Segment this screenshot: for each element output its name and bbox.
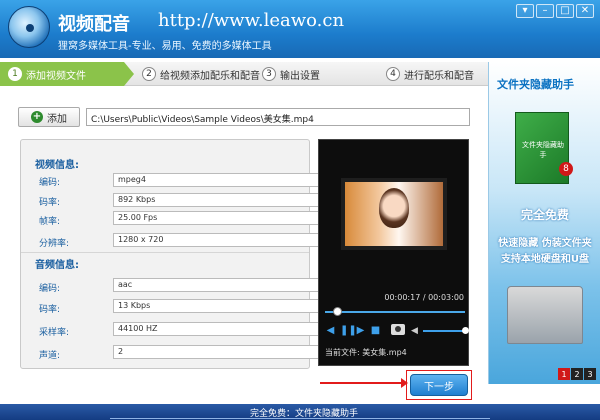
- video-preview[interactable]: [341, 178, 447, 250]
- plus-icon: +: [31, 111, 43, 123]
- player-controls: ◀ ❚❚ ▶ ■: [325, 326, 381, 336]
- red-arrow-annotation: [320, 378, 408, 388]
- video-frame-image: [345, 182, 443, 246]
- ad-line-1: 快速隐藏 伪装文件夹: [498, 238, 592, 249]
- ad-page-3[interactable]: 3: [584, 368, 596, 380]
- pause-icon[interactable]: ❚❚: [340, 326, 357, 336]
- divider: [21, 252, 309, 253]
- stop-icon[interactable]: ■: [370, 326, 381, 336]
- volume-slider[interactable]: [423, 330, 463, 332]
- audio-samplerate-field: 44100 HZ: [113, 322, 319, 336]
- app-subtitle: 狸窝多媒体工具-专业、易用、免费的多媒体工具: [58, 41, 272, 52]
- maximize-icon[interactable]: □: [556, 4, 574, 18]
- title-bar: 视频配音 http://www.leawo.cn 狸窝多媒体工具-专业、易用、免…: [0, 0, 600, 58]
- ad-title: 文件夹隐藏助手: [497, 78, 574, 91]
- video-info-title: 视频信息:: [35, 160, 79, 171]
- video-codec-label: 编码:: [39, 178, 61, 188]
- step-bar: 1 添加视频文件 2 给视频添加配乐和配音 3 输出设置 4 进行配乐和配音: [0, 62, 488, 86]
- step-3[interactable]: 3 输出设置: [262, 62, 372, 86]
- step-1[interactable]: 1 添加视频文件: [0, 62, 124, 86]
- audio-samplerate-label: 采样率:: [39, 328, 70, 338]
- menu-dropdown-icon[interactable]: ▾: [516, 4, 534, 18]
- current-file-label: 当前文件: 美女集.mp4: [325, 348, 407, 357]
- bottom-bar: 完全免费：文件夹隐藏助手: [0, 404, 600, 420]
- video-resolution-field: 1280 x 720: [113, 233, 319, 247]
- step-1-arrow: [124, 62, 134, 86]
- app-logo-icon: [8, 6, 50, 48]
- volume-knob[interactable]: [462, 327, 469, 334]
- step-2-label: 给视频添加配乐和配音: [160, 70, 260, 82]
- audio-bitrate-label: 码率:: [39, 305, 61, 315]
- ad-free-text: 完全免费: [520, 208, 569, 222]
- step-3-label: 输出设置: [280, 70, 320, 82]
- audio-codec-label: 编码:: [39, 284, 61, 294]
- file-path-field[interactable]: C:\Users\Public\Videos\Sample Videos\美女集…: [86, 108, 470, 126]
- folders-lock-image: [507, 286, 583, 344]
- step-1-label: 添加视频文件: [26, 70, 86, 82]
- app-url[interactable]: http://www.leawo.cn: [158, 10, 344, 31]
- audio-channels-field: 2: [113, 345, 319, 359]
- footer-promo-link[interactable]: 完全免费：文件夹隐藏助手: [250, 406, 358, 419]
- ad-line-2: 支持本地硬盘和U盘: [500, 254, 590, 265]
- add-file-button[interactable]: + 添加: [18, 107, 80, 127]
- next-button[interactable]: 下一步: [410, 374, 468, 396]
- video-framerate-label: 帧率:: [39, 217, 61, 227]
- product-box-label: 文件夹隐藏助手: [522, 141, 564, 159]
- audio-bitrate-field: 13 Kbps: [113, 299, 319, 313]
- ad-page-2[interactable]: 2: [571, 368, 583, 380]
- camera-icon[interactable]: [391, 324, 405, 335]
- volume-icon[interactable]: ◀: [411, 326, 418, 336]
- video-subject-image: [379, 188, 409, 228]
- video-bitrate-field: 892 Kbps: [113, 193, 319, 207]
- minimize-icon[interactable]: –: [536, 4, 554, 18]
- media-info-panel: 视频信息: 编码: mpeg4 码率: 892 Kbps 帧率: 25.00 F…: [20, 139, 319, 369]
- close-icon[interactable]: ✕: [576, 4, 594, 18]
- step-4-label: 进行配乐和配音: [404, 70, 474, 82]
- video-bitrate-label: 码率:: [39, 198, 61, 208]
- ad-pager: 1 2 3: [558, 368, 596, 380]
- ad-page-1[interactable]: 1: [558, 368, 570, 380]
- seek-knob[interactable]: [333, 307, 342, 316]
- video-framerate-field: 25.00 Fps: [113, 211, 319, 225]
- audio-info-title: 音频信息:: [35, 260, 79, 271]
- video-player: 00:00:17 / 00:03:00 ◀ ❚❚ ▶ ■ ◀ 当前文件: 美女集…: [318, 139, 469, 366]
- video-resolution-label: 分辨率:: [39, 239, 70, 249]
- step-4[interactable]: 4 进行配乐和配音: [386, 62, 486, 86]
- window-controls: ▾ – □ ✕: [516, 4, 594, 18]
- forward-icon[interactable]: ▶: [355, 326, 366, 336]
- step-2[interactable]: 2 给视频添加配乐和配音: [142, 62, 262, 86]
- add-file-label: 添加: [47, 113, 67, 125]
- ad-panel[interactable]: 文件夹隐藏助手 文件夹隐藏助手 8 完全免费 快速隐藏 伪装文件夹 支持本地硬盘…: [488, 62, 600, 384]
- video-codec-field: mpeg4: [113, 173, 319, 187]
- audio-codec-field: aac: [113, 278, 319, 292]
- app-title: 视频配音: [58, 14, 130, 35]
- seek-bar[interactable]: [325, 311, 465, 313]
- audio-channels-label: 声道:: [39, 351, 61, 361]
- timecode: 00:00:17 / 00:03:00: [384, 293, 464, 302]
- product-badge: 8: [559, 162, 573, 176]
- rewind-icon[interactable]: ◀: [325, 326, 336, 336]
